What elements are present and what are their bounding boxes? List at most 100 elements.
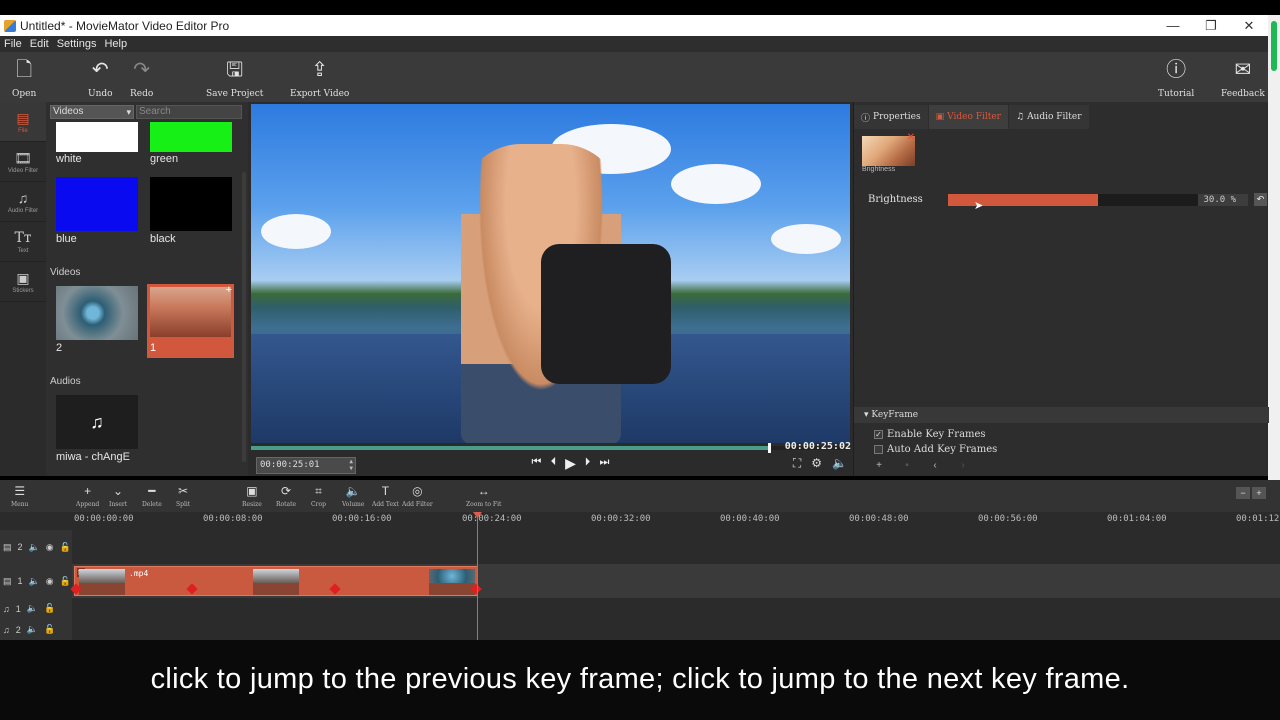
volume-icon[interactable]: 🔈	[832, 456, 847, 471]
resize-button[interactable]: ▣ Resize	[242, 483, 262, 508]
keyframe-section-header[interactable]: ▾ KeyFrame	[854, 407, 1269, 423]
checkbox-checked[interactable]: ✓	[874, 430, 883, 439]
brightness-slider[interactable]	[948, 194, 1198, 206]
skip-start-icon[interactable]: ⏮	[531, 456, 542, 470]
color-green-thumb[interactable]	[150, 122, 232, 152]
menu-edit[interactable]: Edit	[30, 38, 49, 50]
mute-icon[interactable]: 🔈	[27, 624, 38, 635]
play-icon[interactable]: ▶	[565, 456, 576, 470]
tab-video-filter[interactable]: 🎞 Video Filter	[0, 142, 46, 182]
add-text-button[interactable]: T Add Text	[372, 483, 399, 508]
open-button[interactable]: 🗋 Open	[12, 58, 36, 99]
settings-gear-icon[interactable]: ⚙	[811, 456, 822, 471]
color-black-thumb[interactable]	[150, 177, 232, 231]
reset-icon[interactable]: ↶	[1254, 193, 1267, 206]
mute-icon[interactable]: 🔈	[27, 603, 38, 614]
track-lane[interactable]	[72, 598, 1280, 619]
fullscreen-icon[interactable]: ⛶	[793, 456, 801, 471]
export-video-button[interactable]: ⇪ Export Video	[290, 58, 349, 99]
menu-file[interactable]: File	[4, 38, 22, 50]
open-file-icon: 🗋	[16, 59, 33, 81]
close-button[interactable]: ✕	[1230, 15, 1268, 36]
volume-button[interactable]: 🔈 Volume	[342, 483, 364, 508]
crop-button[interactable]: ⌗ Crop	[311, 483, 326, 508]
video-preview[interactable]	[251, 104, 850, 443]
split-button[interactable]: ✂ Split	[176, 483, 190, 508]
track-lane[interactable]	[72, 619, 1280, 640]
enable-key-frames-checkbox[interactable]: ✓ Enable Key Frames	[874, 429, 986, 440]
tab-properties[interactable]: ⓘ Properties	[854, 105, 928, 129]
timecode-spinner[interactable]: ▲ ▼	[349, 458, 353, 472]
visibility-eye-icon[interactable]: ◉	[46, 576, 54, 587]
menu-settings[interactable]: Settings	[57, 38, 97, 50]
save-project-button[interactable]: 🖫 Save Project	[206, 58, 263, 99]
step-back-icon[interactable]: ⏴	[548, 456, 559, 470]
enable-key-frames-label: Enable Key Frames	[887, 429, 986, 440]
tool-label: Insert	[109, 501, 128, 508]
mute-icon[interactable]: 🔈	[29, 542, 40, 553]
tab-text[interactable]: Tт Text	[0, 222, 46, 262]
lock-icon[interactable]: 🔓	[44, 603, 55, 614]
zoom-in-icon[interactable]: +	[1252, 487, 1266, 499]
ruler-tick: 00:00:32:00	[591, 514, 651, 524]
lock-icon[interactable]: 🔓	[60, 542, 71, 553]
append-button[interactable]: + Append	[76, 483, 99, 508]
insert-button[interactable]: ⌄ Insert	[109, 483, 127, 508]
audio-thumb[interactable]: ♫	[56, 395, 138, 449]
next-keyframe-icon[interactable]: ›	[956, 460, 970, 472]
add-filter-button[interactable]: ◎ Add Filter	[402, 483, 433, 508]
restore-button[interactable]: ❐	[1192, 15, 1230, 36]
rotate-button[interactable]: ⟳ Rotate	[276, 483, 296, 508]
skip-end-icon[interactable]: ⏭	[599, 456, 610, 470]
tab-file[interactable]: ▤ File	[0, 102, 46, 142]
checkbox-unchecked[interactable]	[874, 445, 883, 454]
tool-label: Split	[176, 501, 191, 508]
zoom-out-icon[interactable]: −	[1236, 487, 1250, 499]
feedback-button[interactable]: ✉ Feedback	[1221, 58, 1265, 99]
menu-help[interactable]: Help	[104, 38, 127, 50]
library-category-select[interactable]: Videos	[50, 105, 134, 119]
add-keyframe-icon[interactable]: +	[872, 460, 886, 472]
delete-button[interactable]: ━ Delete	[142, 483, 162, 508]
color-blue-thumb[interactable]	[56, 177, 138, 231]
tutorial-button[interactable]: ⓘ Tutorial	[1158, 58, 1194, 99]
zoom-to-fit-button[interactable]: ↔ Zoom to Fit	[466, 483, 501, 508]
tab-audio-filter[interactable]: ♫ Audio Filter	[0, 182, 46, 222]
remove-filter-icon[interactable]: ✕	[907, 132, 915, 143]
video-thumb-1-selected[interactable]: + 1	[147, 284, 234, 358]
mute-icon[interactable]: 🔈	[29, 576, 40, 587]
redo-button[interactable]: ↷ Redo	[130, 58, 153, 99]
tab-stickers[interactable]: ▣ Stickers	[0, 262, 46, 302]
tab-video-filter-props[interactable]: ▣ Video Filter	[928, 105, 1008, 129]
lock-icon[interactable]: 🔓	[60, 576, 71, 587]
lock-icon[interactable]: 🔓	[44, 624, 55, 635]
keyframe-marker[interactable]	[186, 583, 198, 595]
undo-button[interactable]: ↶ Undo	[88, 58, 113, 99]
color-white-thumb[interactable]	[56, 122, 138, 152]
filter-thumb-caption: Brightness	[862, 166, 896, 173]
library-scrollbar[interactable]	[242, 172, 246, 462]
library-search-input[interactable]: Search	[136, 105, 242, 119]
visibility-eye-icon[interactable]: ◉	[46, 542, 54, 553]
scrollbar-thumb[interactable]	[1271, 21, 1277, 71]
auto-add-key-frames-checkbox[interactable]: Auto Add Key Frames	[874, 444, 997, 455]
tab-audio-filter-props[interactable]: ♫ Audio Filter	[1008, 105, 1089, 129]
remove-keyframe-icon[interactable]: ▪	[900, 460, 914, 472]
prev-keyframe-icon[interactable]: ‹	[928, 460, 942, 472]
timecode-input[interactable]: 00:00:25:01 ▲ ▼	[256, 457, 356, 474]
step-forward-icon[interactable]: ⏵	[582, 456, 593, 470]
video-clip[interactable]: fx .mp4	[70, 566, 482, 596]
keyframe-marker[interactable]	[329, 583, 341, 595]
brightness-value-field[interactable]: 30.0 %	[1198, 194, 1248, 206]
brightness-filter-thumb[interactable]: ✕	[862, 132, 915, 166]
add-icon[interactable]: +	[226, 284, 232, 296]
playback-progress[interactable]	[251, 446, 771, 450]
export-icon: ⇪	[311, 59, 329, 81]
timeline-ruler[interactable]: 00:00:00:00 00:00:08:00 00:00:16:00 00:0…	[0, 512, 1280, 528]
video-thumb-2[interactable]	[56, 286, 138, 340]
track-lane[interactable]	[72, 530, 1280, 564]
timeline-menu-button[interactable]: ☰ Menu	[11, 483, 28, 508]
minimize-button[interactable]: —	[1154, 15, 1192, 36]
tool-label: Add Text	[372, 501, 399, 508]
progress-handle[interactable]	[768, 443, 771, 453]
